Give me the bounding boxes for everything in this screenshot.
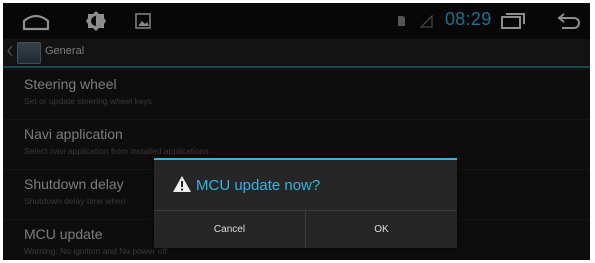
ok-button[interactable]: OK: [306, 211, 457, 248]
cancel-button[interactable]: Cancel: [154, 211, 306, 248]
dialog-header: MCU update now?: [154, 158, 457, 210]
mcu-update-dialog: MCU update now? Cancel OK: [154, 158, 457, 248]
app-screen: 08:29 General Steering wheel Set or upda…: [3, 3, 590, 260]
dialog-button-bar: Cancel OK: [154, 210, 457, 248]
warning-icon: [173, 176, 191, 192]
dialog-title: MCU update now?: [196, 177, 321, 194]
